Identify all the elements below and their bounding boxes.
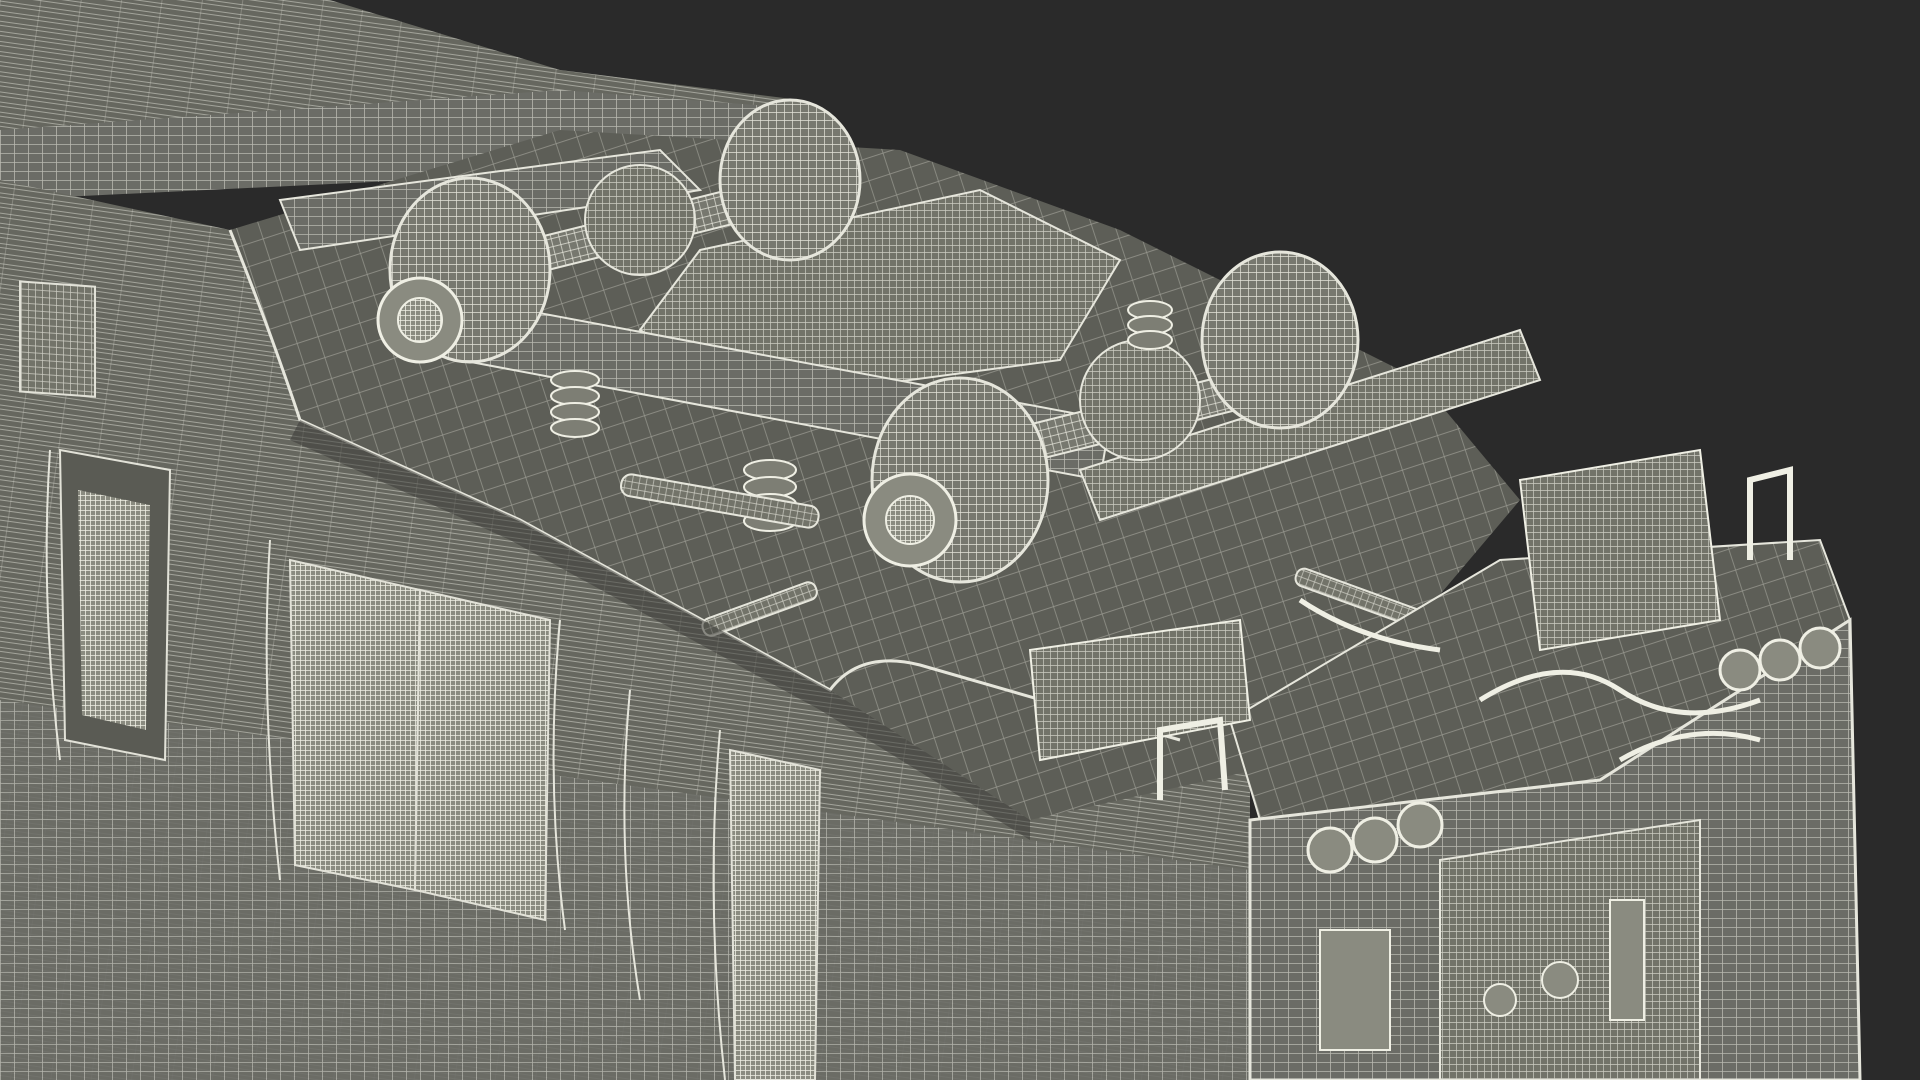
wireframe-model xyxy=(0,0,1862,1080)
brake-disc-front xyxy=(1079,339,1201,461)
end-beam-face xyxy=(1439,818,1701,1080)
equipment-box xyxy=(1518,448,1722,652)
spring-stack-3 xyxy=(1127,300,1173,350)
brake-disc-rear xyxy=(584,164,696,276)
wheel-front-right xyxy=(1200,250,1360,430)
vent-grille-right xyxy=(728,748,822,1080)
wheel-rear-right xyxy=(718,98,862,262)
vent-grille-left xyxy=(288,558,422,892)
render-viewport xyxy=(0,0,1920,1080)
vent-grille-middle xyxy=(413,588,552,922)
door-grille xyxy=(78,490,150,730)
axle-cap-front xyxy=(885,495,935,545)
axle-cap-rear xyxy=(397,297,443,343)
side-window xyxy=(19,280,96,398)
